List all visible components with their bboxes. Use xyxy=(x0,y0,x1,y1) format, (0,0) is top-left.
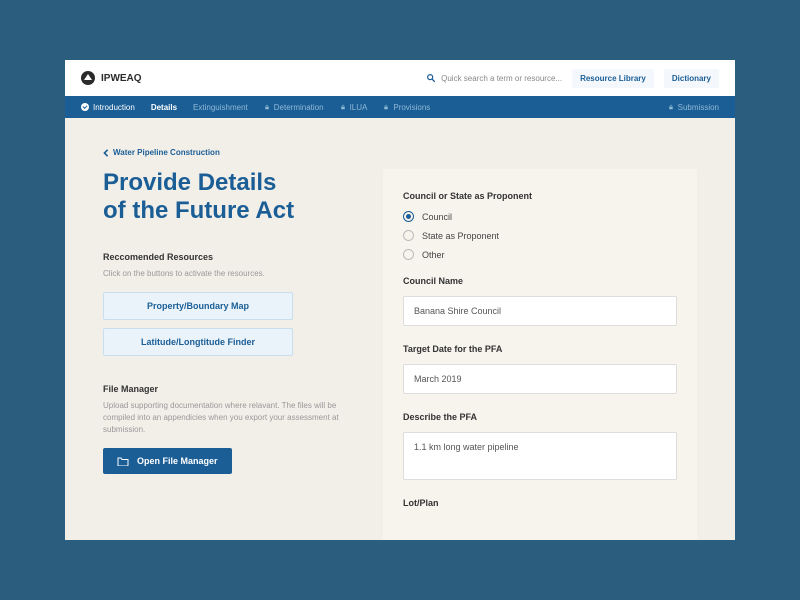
target-date-label: Target Date for the PFA xyxy=(403,344,677,354)
describe-label: Describe the PFA xyxy=(403,412,677,422)
logo-mark-icon xyxy=(81,71,95,85)
chevron-left-icon xyxy=(103,149,109,157)
radio-state[interactable]: State as Proponent xyxy=(403,230,677,241)
file-manager-subtext: Upload supporting documentation where re… xyxy=(103,400,353,436)
tab-determination[interactable]: Determination xyxy=(264,103,324,112)
target-date-field[interactable]: March 2019 xyxy=(403,364,677,394)
lock-icon xyxy=(340,104,346,110)
page-title: Provide Details of the Future Act xyxy=(103,169,353,224)
tab-submission[interactable]: Submission xyxy=(668,103,719,112)
tab-introduction[interactable]: Introduction xyxy=(81,103,135,112)
search-placeholder: Quick search a term or resource... xyxy=(441,74,562,83)
search-icon xyxy=(426,73,436,83)
lock-icon xyxy=(383,104,389,110)
lotplan-label: Lot/Plan xyxy=(403,498,677,508)
app-window: IPWEAQ Quick search a term or resource..… xyxy=(65,60,735,540)
form-panel: Council or State as Proponent Council St… xyxy=(383,169,697,540)
folder-icon xyxy=(117,456,129,466)
search-input[interactable]: Quick search a term or resource... xyxy=(426,73,562,83)
open-file-manager-button[interactable]: Open File Manager xyxy=(103,448,232,474)
latlong-finder-button[interactable]: Latitude/Longtitude Finder xyxy=(103,328,293,356)
council-name-label: Council Name xyxy=(403,276,677,286)
lock-icon xyxy=(264,104,270,110)
describe-field[interactable]: 1.1 km long water pipeline xyxy=(403,432,677,480)
radio-other[interactable]: Other xyxy=(403,249,677,260)
resources-subtext: Click on the buttons to activate the res… xyxy=(103,268,353,280)
brand-logo[interactable]: IPWEAQ xyxy=(81,71,142,85)
breadcrumb[interactable]: Water Pipeline Construction xyxy=(103,148,697,157)
radio-icon xyxy=(403,230,414,241)
file-manager-heading: File Manager xyxy=(103,384,353,394)
topbar: IPWEAQ Quick search a term or resource..… xyxy=(65,60,735,96)
brand-name: IPWEAQ xyxy=(101,73,142,84)
tab-details[interactable]: Details xyxy=(151,103,177,112)
content-area: Water Pipeline Construction Provide Deta… xyxy=(65,118,735,540)
council-name-field[interactable]: Banana Shire Council xyxy=(403,296,677,326)
radio-icon xyxy=(403,211,414,222)
dictionary-button[interactable]: Dictionary xyxy=(664,69,719,88)
step-tabs: Introduction Details Extinguishment Dete… xyxy=(65,96,735,118)
tab-extinguishment[interactable]: Extinguishment xyxy=(193,103,248,112)
proponent-label: Council or State as Proponent xyxy=(403,191,677,201)
tab-provisions[interactable]: Provisions xyxy=(383,103,430,112)
resource-library-button[interactable]: Resource Library xyxy=(572,69,654,88)
check-icon xyxy=(81,103,89,111)
left-column: Provide Details of the Future Act Reccom… xyxy=(103,169,353,540)
radio-council[interactable]: Council xyxy=(403,211,677,222)
lock-icon xyxy=(668,104,674,110)
radio-icon xyxy=(403,249,414,260)
tab-ilua[interactable]: ILUA xyxy=(340,103,368,112)
property-map-button[interactable]: Property/Boundary Map xyxy=(103,292,293,320)
resources-heading: Reccomended Resources xyxy=(103,252,353,262)
